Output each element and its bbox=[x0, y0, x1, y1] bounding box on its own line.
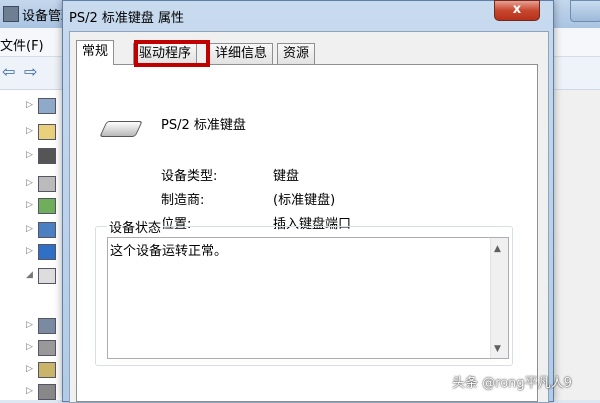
device-category-icon bbox=[38, 222, 56, 238]
tree-node[interactable]: ▷ bbox=[26, 384, 62, 400]
status-scrollbar[interactable]: ▲ ▼ bbox=[490, 238, 508, 358]
tab-driver[interactable]: 驱动程序 bbox=[133, 43, 198, 64]
tree-node[interactable]: ▷ bbox=[26, 222, 62, 238]
expand-icon[interactable]: ▷ bbox=[26, 100, 33, 110]
tab-strip: 常规 驱动程序 详细信息 资源 bbox=[76, 40, 542, 65]
device-category-icon bbox=[38, 362, 56, 378]
expand-icon[interactable]: ▷ bbox=[26, 386, 33, 396]
device-category-icon bbox=[38, 340, 56, 356]
tree-node[interactable]: ▷ bbox=[26, 362, 62, 378]
expand-icon[interactable]: ▷ bbox=[26, 200, 33, 210]
scroll-down-icon[interactable]: ▼ bbox=[494, 344, 501, 354]
manufacturer-value: (标准键盘) bbox=[273, 193, 336, 208]
tab-resources[interactable]: 资源 bbox=[277, 43, 316, 64]
expand-icon[interactable]: ▷ bbox=[26, 224, 33, 234]
expand-icon[interactable]: ▷ bbox=[26, 342, 33, 352]
device-category-icon bbox=[38, 148, 56, 164]
tree-node[interactable]: ▷ bbox=[26, 124, 62, 140]
tree-node[interactable]: ▷ bbox=[26, 98, 62, 114]
menu-file[interactable]: 文件(F) bbox=[0, 35, 44, 54]
watermark: 头条 @rong平凡人9 bbox=[452, 376, 572, 391]
device-category-icon bbox=[38, 176, 56, 192]
tree-node-expanded[interactable]: ◢ bbox=[26, 268, 62, 284]
properties-dialog: PS/2 标准键盘 属性 x 常规 驱动程序 详细信息 资源 PS/2 标准键盘… bbox=[62, 0, 554, 403]
tree-node[interactable]: ▷ bbox=[26, 198, 62, 214]
device-manager-window-button[interactable] bbox=[570, 0, 600, 22]
scroll-up-icon[interactable]: ▲ bbox=[494, 244, 501, 254]
expand-icon[interactable]: ▷ bbox=[26, 246, 33, 256]
keyboard-icon bbox=[99, 121, 143, 137]
dialog-titlebar[interactable]: PS/2 标准键盘 属性 x bbox=[63, 0, 553, 31]
device-tree: ▷ ▷ ▷ ▷ ▷ ▷ ▷ ◢ ▷ ▷ ▷ ▷ bbox=[0, 90, 66, 400]
expand-icon[interactable]: ▷ bbox=[26, 320, 33, 330]
expand-icon[interactable]: ▷ bbox=[26, 364, 33, 374]
close-button[interactable]: x bbox=[494, 0, 540, 21]
device-category-icon bbox=[38, 98, 56, 114]
tree-node[interactable]: ▷ bbox=[26, 148, 62, 164]
device-type-label: 设备类型: bbox=[161, 169, 218, 184]
tab-general[interactable]: 常规 bbox=[76, 40, 115, 65]
manufacturer-label: 制造商: bbox=[161, 193, 205, 208]
device-status-text: 这个设备运转正常。 bbox=[110, 244, 228, 259]
keyboard-category-icon bbox=[38, 268, 56, 284]
tree-node[interactable]: ▷ bbox=[26, 318, 62, 334]
device-category-icon bbox=[38, 198, 56, 214]
close-icon: x bbox=[512, 2, 522, 17]
device-category-icon bbox=[38, 244, 56, 260]
tree-node[interactable]: ▷ bbox=[26, 176, 62, 192]
tree-node[interactable]: ▷ bbox=[26, 340, 62, 356]
tab-details[interactable]: 详细信息 bbox=[209, 43, 274, 64]
device-category-icon bbox=[38, 318, 56, 334]
device-type-value: 键盘 bbox=[273, 169, 300, 184]
expand-icon[interactable]: ▷ bbox=[26, 178, 33, 188]
device-category-icon bbox=[38, 384, 56, 400]
device-name: PS/2 标准键盘 bbox=[161, 118, 246, 133]
expand-icon[interactable]: ▷ bbox=[26, 126, 33, 136]
dialog-title: PS/2 标准键盘 属性 bbox=[69, 11, 185, 26]
device-category-icon bbox=[38, 124, 56, 140]
tree-node[interactable]: ▷ bbox=[26, 244, 62, 260]
device-manager-icon bbox=[3, 6, 19, 22]
device-status-textbox[interactable]: 这个设备运转正常。 ▲ ▼ bbox=[107, 237, 509, 359]
forward-arrow-icon[interactable]: ⇨ bbox=[24, 64, 42, 80]
back-arrow-icon[interactable]: ⇦ bbox=[2, 64, 20, 80]
device-status-label: 设备状态 bbox=[107, 217, 164, 236]
expand-icon[interactable]: ▷ bbox=[26, 150, 33, 160]
collapse-icon[interactable]: ◢ bbox=[26, 270, 33, 280]
